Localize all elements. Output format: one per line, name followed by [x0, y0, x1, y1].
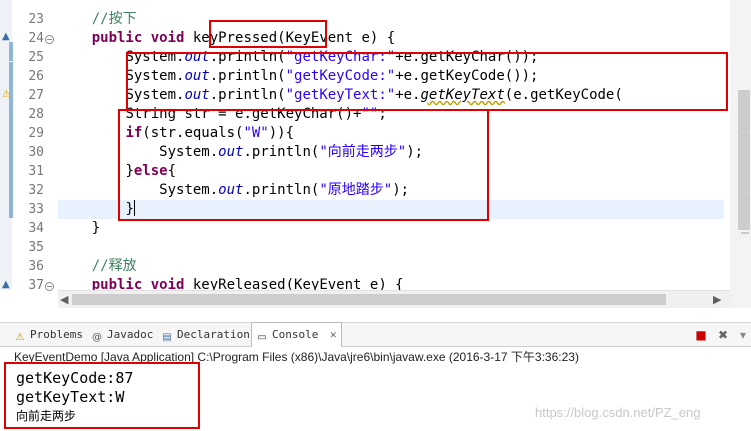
highlight-box-if-else-block: [118, 109, 489, 221]
line-number: 26: [28, 69, 44, 84]
remove-launch-icon[interactable]: ✖: [716, 328, 730, 342]
tab-declaration[interactable]: ▤ Declaration: [161, 323, 250, 347]
horizontal-scroll-thumb[interactable]: [72, 294, 666, 305]
tab-console[interactable]: ▭ Console ✕: [251, 322, 342, 347]
code-token: public: [91, 30, 143, 46]
line-number: 28: [28, 107, 44, 122]
code-token: keyReleased(KeyEvent e) {: [184, 277, 404, 290]
change-marker: [9, 42, 13, 61]
scroll-right-icon[interactable]: ▶: [713, 292, 721, 307]
view-tab-bar: ⚠ Problems @ Javadoc ▤ Declaration ▭ Console…: [0, 322, 751, 347]
line-number: 27: [28, 88, 44, 103]
code-line[interactable]: }: [58, 219, 100, 238]
fold-toggle-icon[interactable]: −: [45, 282, 54, 291]
watermark: https://blog.csdn.net/PZ_eng: [535, 405, 701, 420]
highlight-box-method-name: [209, 20, 327, 48]
line-number: 32: [28, 183, 44, 198]
tab-label: Declaration: [177, 328, 250, 341]
change-marker: [9, 100, 13, 218]
line-number: 34: [28, 221, 44, 236]
horizontal-scrollbar[interactable]: ◀ ▶: [58, 290, 730, 308]
overview-marker[interactable]: [741, 135, 749, 137]
line-number: 37: [28, 278, 44, 293]
warning-icon[interactable]: ⚠: [2, 89, 11, 101]
code-token: void: [150, 277, 185, 290]
console-icon: ▭: [257, 332, 267, 343]
code-token: //按下: [91, 11, 137, 27]
more-icon[interactable]: ▾: [736, 328, 750, 342]
code-line[interactable]: public void keyReleased(KeyEvent e) {: [58, 276, 404, 290]
declaration-icon: ▤: [162, 332, 172, 343]
line-number: 24: [28, 31, 44, 46]
scroll-left-icon[interactable]: ◀: [60, 292, 68, 307]
line-number: 35: [28, 240, 44, 255]
code-line[interactable]: //按下: [58, 10, 137, 29]
vertical-scroll-thumb[interactable]: [738, 90, 750, 230]
javadoc-icon: @: [92, 332, 102, 343]
tab-label: Console: [272, 328, 319, 341]
line-number: 29: [28, 126, 44, 141]
override-icon[interactable]: ▲: [2, 279, 10, 291]
terminate-icon[interactable]: ■: [694, 328, 708, 342]
line-number: 31: [28, 164, 44, 179]
tab-javadoc[interactable]: @ Javadoc: [91, 323, 153, 347]
code-token: void: [150, 30, 185, 46]
fold-toggle-icon[interactable]: −: [45, 35, 54, 44]
highlight-box-println-lines: [126, 52, 728, 111]
override-icon[interactable]: ▲: [2, 31, 10, 43]
problems-icon: ⚠: [15, 332, 25, 343]
line-number: 33: [28, 202, 44, 217]
line-number: 23: [28, 12, 44, 27]
tab-label: Javadoc: [107, 328, 154, 341]
code-editor[interactable]: ▲ ⚠ ▲ 23 24 25 26 27 28 29 30 31 32 33 34 35 36 37 − −…: [0, 0, 751, 308]
tab-problems[interactable]: ⚠ Problems: [14, 323, 83, 347]
close-icon[interactable]: ✕: [330, 328, 337, 341]
line-number-gutter: ▲ ⚠ ▲ 23 24 25 26 27 28 29 30 31 32 33 34 35 36 37 − −: [0, 0, 58, 293]
code-token: }: [91, 220, 101, 236]
line-number: 25: [28, 50, 44, 65]
overview-marker[interactable]: [741, 232, 749, 234]
code-line[interactable]: //释放: [58, 257, 137, 276]
tab-label: Problems: [30, 328, 83, 341]
overview-marker[interactable]: [741, 198, 749, 200]
overview-marker[interactable]: [741, 128, 749, 130]
code-token: //释放: [91, 258, 137, 274]
code-token: public: [91, 277, 143, 290]
highlight-box-console-output: [4, 362, 200, 429]
line-number: 36: [28, 259, 44, 274]
line-number: 30: [28, 145, 44, 160]
